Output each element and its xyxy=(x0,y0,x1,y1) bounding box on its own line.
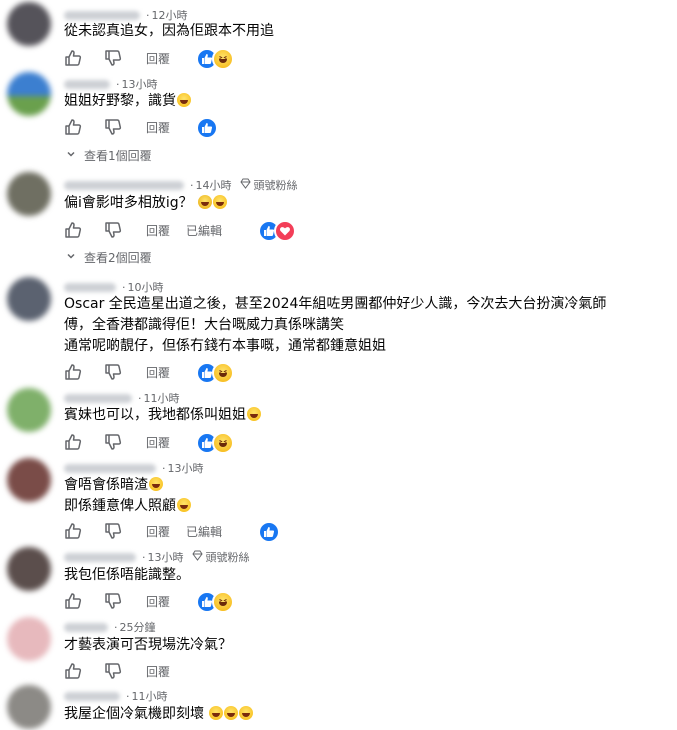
reply-button[interactable]: 回覆 xyxy=(146,364,170,381)
comment-text-line-3: 通常呢啲靚仔，但係冇錢冇本事嘅，通常都鍾意姐姐 xyxy=(64,338,386,354)
thumbs-up-icon[interactable] xyxy=(64,433,82,451)
thumbs-up-icon[interactable] xyxy=(64,118,82,136)
haha-reaction-icon xyxy=(212,591,234,613)
comment-text: 我包佢係唔能識整。 xyxy=(64,567,190,583)
grinning-emoji-icon xyxy=(247,407,261,421)
author-name[interactable] xyxy=(64,691,120,701)
author-name[interactable] xyxy=(64,180,184,190)
reply-button[interactable]: 回覆 xyxy=(146,222,170,239)
avatar[interactable] xyxy=(7,72,51,116)
grinning-emoji-icon xyxy=(177,498,191,512)
love-reaction-icon xyxy=(274,220,296,242)
timestamp[interactable]: 25分鐘 xyxy=(120,619,156,635)
avatar[interactable] xyxy=(7,685,51,729)
thumbs-down-icon[interactable] xyxy=(104,592,122,610)
haha-reaction-icon xyxy=(212,362,234,384)
timestamp[interactable]: 10小時 xyxy=(128,279,164,295)
thumbs-down-icon[interactable] xyxy=(104,662,122,680)
reaction-summary[interactable] xyxy=(196,432,234,454)
comment-text-line-1: 會唔會係暗渣 xyxy=(64,477,148,493)
reaction-summary[interactable] xyxy=(196,48,234,70)
haha-reaction-icon xyxy=(212,48,234,70)
comment-text-line-2: 即係鍾意俾人照顧 xyxy=(64,498,176,514)
laughing-emoji-icon xyxy=(177,93,191,107)
avatar[interactable] xyxy=(7,388,51,432)
thumbs-down-icon[interactable] xyxy=(104,49,122,67)
author-name[interactable] xyxy=(64,463,156,473)
reaction-summary[interactable] xyxy=(258,220,296,242)
thumbs-down-icon[interactable] xyxy=(104,433,122,451)
timestamp[interactable]: 13小時 xyxy=(168,460,204,476)
avatar[interactable] xyxy=(7,2,51,46)
top-fan-badge[interactable]: 頭號粉絲 xyxy=(206,549,250,565)
timestamp[interactable]: 11小時 xyxy=(144,390,180,406)
author-name[interactable] xyxy=(64,622,108,632)
reaction-summary[interactable] xyxy=(196,591,234,613)
reply-button[interactable]: 回覆 xyxy=(146,50,170,67)
comment-text-line-2: 傅，全香港都識得佢！大台嘅威力真係咪講笑 xyxy=(64,317,344,333)
scream-emoji-icon xyxy=(209,706,224,720)
haha-reaction-icon xyxy=(212,432,234,454)
reaction-summary[interactable] xyxy=(196,117,218,139)
avatar[interactable] xyxy=(7,172,51,216)
reply-button[interactable]: 回覆 xyxy=(146,523,170,540)
author-name[interactable] xyxy=(64,10,140,20)
comment-text-line-1: Oscar 全民造星出道之後，甚至2024年組咗男團都仲好少人識，今次去大台扮演… xyxy=(64,296,607,312)
timestamp[interactable]: 13小時 xyxy=(148,549,184,565)
reply-button[interactable]: 回覆 xyxy=(146,434,170,451)
comment-text: 賓妹也可以，我地都係叫姐姐 xyxy=(64,407,246,423)
thumbs-up-icon[interactable] xyxy=(64,662,82,680)
thumbs-down-icon[interactable] xyxy=(104,363,122,381)
reply-button[interactable]: 回覆 xyxy=(146,593,170,610)
like-reaction-icon xyxy=(196,117,218,139)
chevron-down-icon xyxy=(66,250,76,264)
chevron-down-icon xyxy=(66,148,76,162)
timestamp[interactable]: 11小時 xyxy=(132,688,168,704)
view-replies-link[interactable]: 查看1個回覆 xyxy=(66,146,152,164)
reaction-summary[interactable] xyxy=(196,362,234,384)
timestamp[interactable]: 13小時 xyxy=(122,76,158,92)
laughing-emoji-icon xyxy=(213,195,228,209)
scream-emoji-icon xyxy=(239,706,254,720)
diamond-icon xyxy=(239,178,251,192)
thumbs-up-icon[interactable] xyxy=(64,592,82,610)
timestamp[interactable]: 14小時 xyxy=(196,177,232,193)
comment-text: 才藝表演可否現場洗冷氣？ xyxy=(64,637,232,653)
avatar[interactable] xyxy=(7,277,51,321)
grinning-emoji-icon xyxy=(149,477,163,491)
view-replies-link[interactable]: 查看2個回覆 xyxy=(66,248,152,266)
author-name[interactable] xyxy=(64,282,116,292)
thumbs-up-icon[interactable] xyxy=(64,49,82,67)
scream-emoji-icon xyxy=(224,706,239,720)
author-name[interactable] xyxy=(64,393,132,403)
thinking-emoji-icon xyxy=(198,195,213,209)
thumbs-up-icon[interactable] xyxy=(64,221,82,239)
edited-label[interactable]: 已編輯 xyxy=(186,222,222,239)
edited-label[interactable]: 已編輯 xyxy=(186,523,222,540)
thumbs-down-icon[interactable] xyxy=(104,522,122,540)
comment-text: 姐姐好野黎，識貨 xyxy=(64,93,176,109)
diamond-icon xyxy=(191,550,203,564)
reaction-summary[interactable] xyxy=(258,521,280,543)
comment-text: 從未認真追女，因為佢跟本不用追 xyxy=(64,23,274,39)
author-name[interactable] xyxy=(64,552,136,562)
view-replies-label: 查看2個回覆 xyxy=(84,250,152,265)
author-name[interactable] xyxy=(64,79,110,89)
thumbs-up-icon[interactable] xyxy=(64,522,82,540)
comment-text: 偏i會影咁多相放ig？ xyxy=(64,195,193,211)
avatar[interactable] xyxy=(7,547,51,591)
comment-text: 我屋企個冷氣機即刻壞 xyxy=(64,706,204,722)
reply-button[interactable]: 回覆 xyxy=(146,119,170,136)
like-reaction-icon xyxy=(258,521,280,543)
avatar[interactable] xyxy=(7,458,51,502)
avatar[interactable] xyxy=(7,617,51,661)
thumbs-down-icon[interactable] xyxy=(104,221,122,239)
thumbs-up-icon[interactable] xyxy=(64,363,82,381)
view-replies-label: 查看1個回覆 xyxy=(84,148,152,163)
reply-button[interactable]: 回覆 xyxy=(146,663,170,680)
top-fan-badge[interactable]: 頭號粉絲 xyxy=(254,177,298,193)
thumbs-down-icon[interactable] xyxy=(104,118,122,136)
